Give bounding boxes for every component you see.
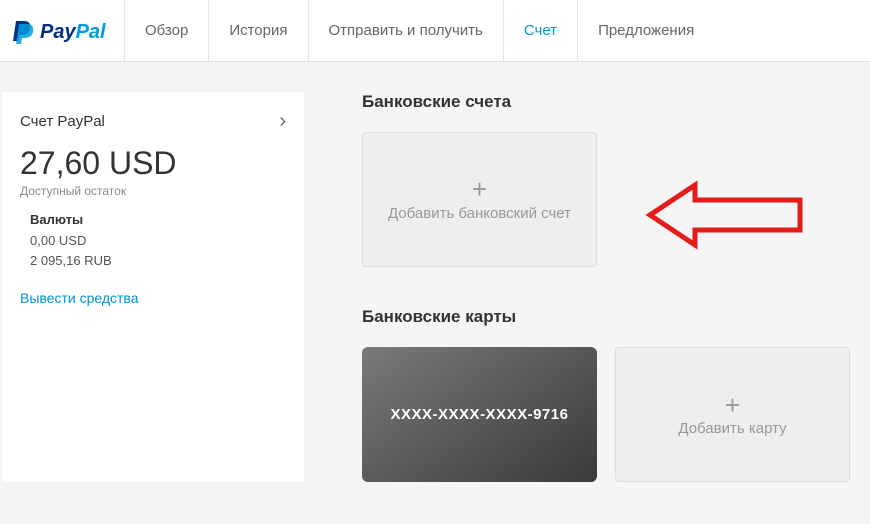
header: PayPal Обзор История Отправить и получит… <box>0 0 870 62</box>
svg-text:PayPal: PayPal <box>40 21 106 43</box>
balance-sidebar: Счет PayPal › 27,60 USD Доступный остато… <box>2 92 304 482</box>
nav-account[interactable]: Счет <box>503 0 577 61</box>
account-row[interactable]: Счет PayPal › <box>20 110 286 133</box>
balance-label: Доступный остаток <box>20 184 286 198</box>
paypal-logo[interactable]: PayPal <box>12 17 124 45</box>
nav-send-receive[interactable]: Отправить и получить <box>308 0 503 61</box>
balance-amount: 27,60 USD <box>20 145 286 182</box>
add-bank-label: Добавить банковский счет <box>388 204 571 224</box>
bank-section-title: Банковские счета <box>362 92 850 112</box>
plus-icon: + <box>472 176 487 202</box>
plus-icon: + <box>725 392 740 418</box>
nav-overview[interactable]: Обзор <box>124 0 208 61</box>
add-card-label: Добавить карту <box>678 420 786 437</box>
card-number: XXXX-XXXX-XXXX-9716 <box>391 406 569 423</box>
cards-section-title: Банковские карты <box>362 307 850 327</box>
chevron-right-icon: › <box>279 110 286 133</box>
nav-offers[interactable]: Предложения <box>577 0 714 61</box>
content: Счет PayPal › 27,60 USD Доступный остато… <box>0 62 870 482</box>
main: Банковские счета + Добавить банковский с… <box>362 92 870 482</box>
add-bank-account-tile[interactable]: + Добавить банковский счет <box>362 132 597 267</box>
currencies-title: Валюты <box>30 212 286 227</box>
add-card-tile[interactable]: + Добавить карту <box>615 347 850 482</box>
top-nav: Обзор История Отправить и получить Счет … <box>124 0 714 61</box>
nav-history[interactable]: История <box>208 0 307 61</box>
currency-item: 2 095,16 RUB <box>30 251 286 271</box>
withdraw-link[interactable]: Вывести средства <box>20 290 286 306</box>
currency-item: 0,00 USD <box>30 231 286 251</box>
account-title: Счет PayPal <box>20 113 105 130</box>
bank-card-tile[interactable]: XXXX-XXXX-XXXX-9716 <box>362 347 597 482</box>
